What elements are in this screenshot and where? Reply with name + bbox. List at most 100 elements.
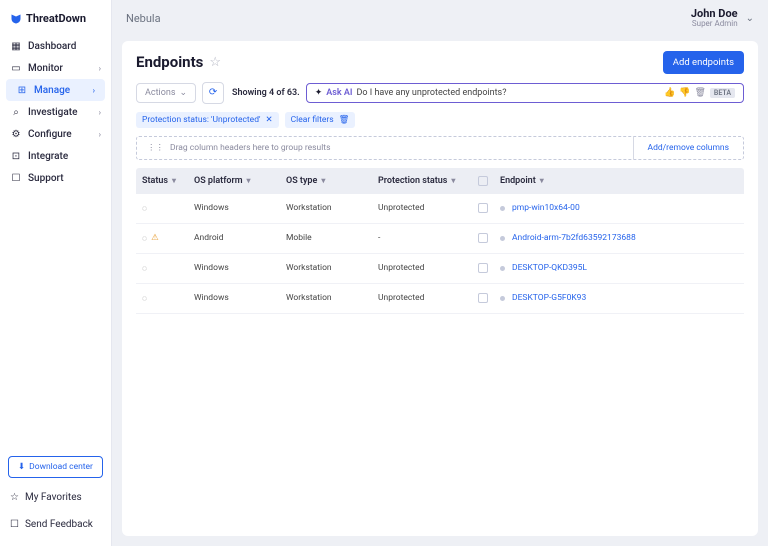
user-menu[interactable]: John Doe Super Admin [691,8,738,29]
cell-os: Windows [194,263,286,273]
status-icon: ◌ [142,293,147,304]
row-checkbox[interactable] [478,203,488,213]
col-protection-status[interactable]: Protection status▾ [378,176,478,186]
support-icon: ☐ [10,172,22,184]
nav-monitor[interactable]: ▭Monitor› [0,57,111,79]
filter-icon[interactable]: ▾ [247,176,251,185]
table-body: ◌WindowsWorkstationUnprotectedpmp-win10x… [122,194,758,314]
chevron-down-icon[interactable]: ⌄ [746,13,754,24]
col-select-all[interactable] [478,176,500,186]
actions-dropdown[interactable]: Actions⌄ [136,83,196,103]
cell-protection: Unprotected [378,263,478,273]
chevron-right-icon: › [99,108,101,117]
table-row[interactable]: ◌ WindowsWorkstationUnprotected pmp-win10x… [136,194,744,224]
row-checkbox[interactable] [478,263,488,273]
nav-support[interactable]: ☐Support [0,167,111,189]
download-center-button[interactable]: ⬇Download center [8,456,103,478]
cell-type: Mobile [286,233,378,243]
table-row[interactable]: ◌WindowsWorkstationUnprotectedDESKTOP-G5… [136,284,744,314]
ask-ai-bar[interactable]: ✦ Ask AI Do I have any unprotected endpo… [306,83,744,103]
workspace-name: Nebula [126,12,161,25]
group-hint[interactable]: ⋮⋮Drag column headers here to group resu… [137,137,633,159]
nav-configure[interactable]: ⚙Configure› [0,123,111,145]
delete-icon[interactable]: 🗑 [694,88,705,98]
investigate-icon: ⌕ [10,106,22,118]
status-dot-icon [500,206,505,211]
row-checkbox[interactable] [478,293,488,303]
dashboard-icon: ▦ [10,40,22,52]
toolbar: Actions⌄ ⟳ Showing 4 of 63. ✦ Ask AI Do … [122,82,758,112]
cell-protection: - [378,233,478,243]
manage-icon: ⊞ [16,84,28,96]
cell-os: Android [194,233,286,243]
endpoint-link[interactable]: DESKTOP-QKD395L [512,263,587,273]
nav-integrate[interactable]: ⊡Integrate [0,145,111,167]
cell-os: Windows [194,203,286,213]
cell-protection: Unprotected [378,203,478,213]
ask-ai-label: Ask AI [326,88,352,98]
nav-favorites[interactable]: ☆My Favorites [0,484,111,511]
status-dot-icon [500,236,505,241]
result-count: Showing 4 of 63. [232,88,300,98]
add-remove-columns-button[interactable]: Add/remove columns [633,137,743,159]
chevron-right-icon: › [99,64,101,73]
cell-type: Workstation [286,293,378,303]
endpoint-link[interactable]: pmp-win10x64-00 [512,203,580,213]
col-endpoint[interactable]: Endpoint▾ [500,176,738,186]
filter-icon[interactable]: ▾ [321,176,325,185]
status-dot-icon [500,266,505,271]
row-checkbox[interactable] [478,233,488,243]
remove-filter-icon[interactable]: ✕ [265,115,272,125]
cell-type: Workstation [286,263,378,273]
favorite-star-icon[interactable]: ☆ [209,55,221,70]
filter-chips: Protection status: 'Unprotected'✕ Clear … [122,112,758,136]
filter-icon[interactable]: ▾ [540,176,544,185]
content-panel: Endpoints ☆ Add endpoints Actions⌄ ⟳ Sho… [122,41,758,536]
sparkle-icon: ✦ [315,88,323,98]
ask-feedback: 👍 👎 🗑 [664,88,706,98]
page-title: Endpoints [136,53,203,71]
topbar: Nebula John Doe Super Admin ⌄ [112,0,768,37]
clear-filters-button[interactable]: Clear filters🗑 [285,112,356,128]
status-dot-icon [500,296,505,301]
nav-dashboard[interactable]: ▦Dashboard [0,35,111,57]
add-endpoints-button[interactable]: Add endpoints [663,51,744,74]
drag-icon: ⋮⋮ [147,143,164,153]
endpoint-link[interactable]: DESKTOP-G5F0K93 [512,293,586,303]
col-os-platform[interactable]: OS platform▾ [194,176,286,186]
thumbs-up-icon[interactable]: 👍 [664,88,675,98]
cell-type: Workstation [286,203,378,213]
trash-icon[interactable]: 🗑 [339,115,350,125]
warning-icon: ⚠ [151,233,159,243]
col-status[interactable]: Status▾ [142,176,194,186]
nav-manage[interactable]: ⊞Manage› [6,79,105,101]
cell-os: Windows [194,293,286,303]
col-os-type[interactable]: OS type▾ [286,176,378,186]
filter-icon[interactable]: ▾ [172,176,176,185]
configure-icon: ⚙ [10,128,22,140]
ask-ai-query: Do I have any unprotected endpoints? [357,88,507,98]
thumbs-down-icon[interactable]: 👎 [679,88,690,98]
download-icon: ⬇ [18,462,25,472]
refresh-button[interactable]: ⟳ [202,82,224,104]
table-row[interactable]: ◌ WindowsWorkstationUnprotected DESKTOP-QK… [136,254,744,284]
chevron-right-icon: › [99,130,101,139]
send-feedback-button[interactable]: ☐Send Feedback [0,511,111,538]
main-area: Nebula John Doe Super Admin ⌄ Endpoints … [112,0,768,546]
status-icon: ◌ [142,263,147,274]
status-icon: ◌ [142,233,147,244]
group-by-bar: ⋮⋮Drag column headers here to group resu… [136,136,744,160]
chevron-right-icon: › [93,86,95,95]
filter-chip-protection-status[interactable]: Protection status: 'Unprotected'✕ [136,112,279,128]
beta-badge: BETA [710,88,735,98]
page-header: Endpoints ☆ Add endpoints [122,41,758,82]
sidebar: ThreatDown ▦Dashboard ▭Monitor› ⊞Manage›… [0,0,112,546]
table-row[interactable]: ◌ ⚠ AndroidMobile- Android-arm-7b2fd6359217… [136,224,744,254]
table-header: Status▾ OS platform▾ OS type▾ Protection… [136,168,744,194]
nav-investigate[interactable]: ⌕Investigate› [0,101,111,123]
user-role: Super Admin [691,20,738,29]
status-icon: ◌ [142,203,147,214]
endpoint-link[interactable]: Android-arm-7b2fd63592173688 [512,233,636,243]
filter-icon[interactable]: ▾ [451,176,455,185]
monitor-icon: ▭ [10,62,22,74]
